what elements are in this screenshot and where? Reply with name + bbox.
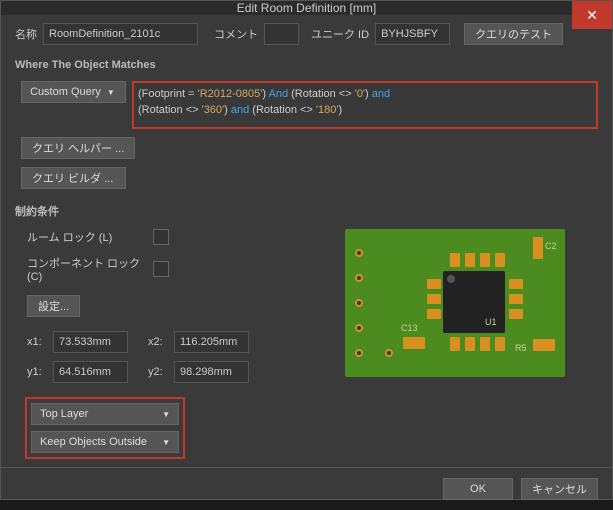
- pcb-pad: [450, 253, 460, 267]
- pcb-pad: [480, 337, 490, 351]
- x2-input[interactable]: [174, 331, 249, 353]
- match-section-label: Where The Object Matches: [15, 53, 598, 81]
- pcb-pad: [427, 309, 441, 319]
- close-button[interactable]: ✕: [572, 1, 612, 29]
- chevron-down-icon: ▼: [162, 438, 170, 447]
- pcb-silk-u1: U1: [485, 317, 497, 327]
- pcb-via: [355, 249, 363, 257]
- pcb-preview-wrap: C2 U1 R5 C13: [315, 229, 565, 459]
- comp-lock-label: コンポーネント ロック (C): [27, 255, 147, 283]
- content: 名称 コメント ユニーク ID クエリのテスト Where The Object…: [1, 15, 612, 467]
- footer: OK キャンセル: [1, 467, 612, 510]
- room-lock-checkbox[interactable]: [153, 229, 169, 245]
- layer-keep-highlightbox: Top Layer ▼ Keep Objects Outside ▼: [25, 397, 185, 459]
- test-query-button[interactable]: クエリのテスト: [464, 23, 563, 45]
- pcb-pad: [465, 337, 475, 351]
- x1-label: x1:: [27, 336, 47, 348]
- pcb-silk-c13: C13: [401, 323, 418, 333]
- pcb-cap: [533, 237, 543, 259]
- y2-input[interactable]: [174, 361, 249, 383]
- room-lock-label: ルーム ロック (L): [27, 229, 147, 245]
- layer-dropdown[interactable]: Top Layer ▼: [31, 403, 179, 425]
- constraints-section-label: 制約条件: [15, 197, 598, 229]
- comment-label: コメント: [214, 26, 258, 42]
- x-coord-row: x1: x2:: [27, 331, 315, 353]
- titlebar: Edit Room Definition [mm] ✕: [1, 1, 612, 15]
- comment-input[interactable]: [264, 23, 299, 45]
- y1-label: y1:: [27, 366, 47, 378]
- y2-label: y2:: [148, 366, 168, 378]
- pcb-res: [533, 339, 555, 351]
- pcb-pad: [465, 253, 475, 267]
- y1-input[interactable]: [53, 361, 128, 383]
- pcb-pad: [427, 294, 441, 304]
- pcb-pad: [427, 279, 441, 289]
- pcb-via: [355, 299, 363, 307]
- pcb-cap2: [403, 337, 425, 349]
- keep-dropdown-label: Keep Objects Outside: [40, 436, 147, 448]
- pcb-pin1-dot: [447, 275, 455, 283]
- constraints-left: ルーム ロック (L) コンポーネント ロック (C) 設定... x1: x2…: [15, 229, 315, 459]
- pcb-preview: C2 U1 R5 C13: [345, 229, 565, 377]
- query-row: Custom Query ▼ (Footprint = 'R2012-0805'…: [15, 81, 598, 129]
- pcb-via: [355, 324, 363, 332]
- builder-row: クエリ ビルダ ...: [15, 167, 598, 189]
- pcb-via: [355, 274, 363, 282]
- ok-button[interactable]: OK: [443, 478, 513, 500]
- pcb-silk-c2: C2: [545, 241, 557, 251]
- header-row: 名称 コメント ユニーク ID クエリのテスト: [15, 23, 598, 45]
- uniqueid-input[interactable]: [375, 23, 450, 45]
- cancel-button[interactable]: キャンセル: [521, 478, 598, 500]
- pcb-pad: [450, 337, 460, 351]
- dialog: Edit Room Definition [mm] ✕ 名称 コメント ユニーク…: [0, 0, 613, 500]
- query-helper-button[interactable]: クエリ ヘルパー ...: [21, 137, 135, 159]
- query-textbox[interactable]: (Footprint = 'R2012-0805') And (Rotation…: [132, 81, 598, 129]
- x2-label: x2:: [148, 336, 168, 348]
- x1-input[interactable]: [53, 331, 128, 353]
- name-label: 名称: [15, 26, 37, 42]
- close-icon: ✕: [586, 7, 598, 24]
- pcb-pad: [495, 253, 505, 267]
- query-builder-button[interactable]: クエリ ビルダ ...: [21, 167, 126, 189]
- pcb-pad: [480, 253, 490, 267]
- pcb-silk-r5: R5: [515, 343, 527, 353]
- settings-button[interactable]: 設定...: [27, 295, 80, 317]
- pcb-pad: [509, 279, 523, 289]
- pcb-pad: [509, 309, 523, 319]
- uniqueid-label: ユニーク ID: [311, 26, 369, 42]
- comp-lock-row: コンポーネント ロック (C): [27, 255, 315, 283]
- helper-row: クエリ ヘルパー ...: [15, 137, 598, 159]
- pcb-via: [355, 349, 363, 357]
- query-mode-dropdown[interactable]: Custom Query ▼: [21, 81, 126, 103]
- chevron-down-icon: ▼: [162, 410, 170, 419]
- layer-dropdown-label: Top Layer: [40, 408, 88, 420]
- pcb-via: [385, 349, 393, 357]
- query-mode-label: Custom Query: [30, 86, 101, 98]
- pcb-pad: [495, 337, 505, 351]
- room-lock-row: ルーム ロック (L): [27, 229, 315, 245]
- comp-lock-checkbox[interactable]: [153, 261, 169, 277]
- pcb-pad: [509, 294, 523, 304]
- chevron-down-icon: ▼: [107, 88, 115, 97]
- y-coord-row: y1: y2:: [27, 361, 315, 383]
- name-input[interactable]: [43, 23, 198, 45]
- settings-row: 設定...: [27, 295, 315, 317]
- keep-dropdown[interactable]: Keep Objects Outside ▼: [31, 431, 179, 453]
- dialog-title: Edit Room Definition [mm]: [237, 1, 376, 15]
- constraints-body: ルーム ロック (L) コンポーネント ロック (C) 設定... x1: x2…: [15, 229, 598, 459]
